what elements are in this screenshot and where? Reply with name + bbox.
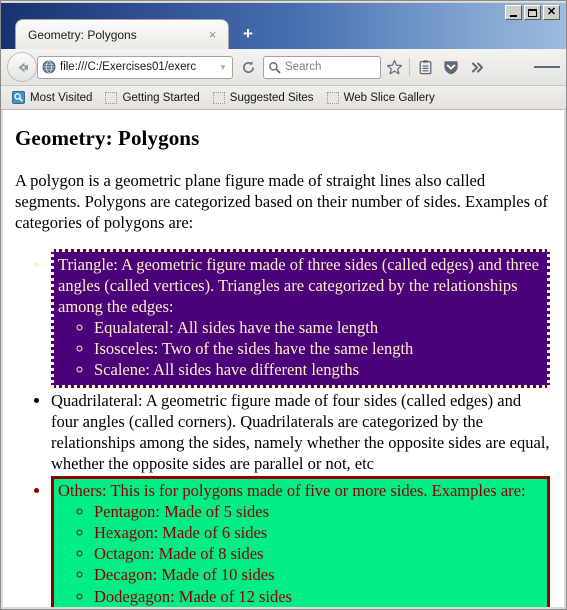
address-bar[interactable]: file:///C:/Exercises01/exerc ▼ (37, 55, 233, 79)
triangle-description: Triangle: A geometric figure made of thr… (58, 254, 539, 317)
tab-strip: Geometry: Polygons × + (1, 19, 566, 49)
hamburger-line-2 (542, 66, 552, 68)
placeholder-icon (105, 91, 118, 104)
url-text: file:///C:/Exercises01/exerc (60, 61, 197, 73)
others-description: Others: This is for polygons made of fiv… (58, 481, 526, 501)
tab-close-icon[interactable]: × (205, 27, 220, 42)
list-item: Hexagon: Made of 6 sides (94, 522, 543, 543)
search-bar[interactable]: Search (263, 55, 381, 79)
maximize-icon (528, 8, 537, 17)
bookmark-star-button[interactable] (381, 54, 407, 80)
triangle-subtype-list: Equalateral: All sides have the same len… (58, 317, 543, 380)
bookmark-label: Suggested Sites (229, 91, 314, 104)
close-icon: ✕ (546, 6, 557, 18)
quadrilateral-description: Quadrilateral: A geometric figure made o… (51, 390, 550, 473)
others-subtype-list: Pentagon: Made of 5 sides Hexagon: Made … (58, 501, 543, 607)
minimize-icon (510, 14, 517, 17)
search-input-placeholder: Search (285, 61, 322, 73)
globe-icon (42, 60, 56, 74)
title-bar-top-edge (1, 1, 566, 3)
list-item: Decagon: Made of 10 sides (94, 564, 543, 585)
tab-title: Geometry: Polygons (28, 27, 137, 42)
list-item: Pentagon: Made of 5 sides (94, 501, 543, 522)
browser-window: ✕ Geometry: Polygons × + file:///C:/Exer… (0, 0, 567, 610)
list-item-triangle: Triangle: A geometric figure made of thr… (51, 248, 550, 388)
hamburger-line-1 (534, 66, 543, 68)
list-item-others: Others: This is for polygons made of fiv… (51, 476, 550, 607)
bookmark-label: Getting Started (122, 91, 200, 104)
page-title: Geometry: Polygons (15, 126, 200, 150)
list-item: Isosceles: Two of the sides have the sam… (94, 338, 543, 359)
reload-icon (242, 60, 254, 73)
url-dropdown-icon[interactable]: ▼ (216, 63, 230, 72)
list-item: Dodegagon: Made of 12 sides (94, 586, 543, 607)
list-item: Equalateral: All sides have the same len… (94, 317, 543, 338)
chevron-double-right-icon (471, 62, 483, 72)
bookmark-label: Web Slice Gallery (343, 91, 435, 104)
polygon-category-list: Triangle: A geometric figure made of thr… (15, 248, 550, 607)
list-item: Scalene: All sides have different length… (94, 359, 543, 380)
placeholder-icon (326, 91, 339, 104)
search-icon (269, 61, 281, 74)
pocket-save-button[interactable] (438, 54, 464, 80)
tab-geometry-polygons[interactable]: Geometry: Polygons × (15, 19, 229, 49)
back-arrow-icon (18, 62, 28, 72)
minimize-button[interactable] (505, 5, 522, 20)
bookmark-web-slice-gallery[interactable]: Web Slice Gallery (322, 91, 440, 105)
bookmarks-toolbar: Most Visited Getting Started Suggested S… (1, 86, 566, 110)
document-body: Geometry: Polygons A polygon is a geomet… (3, 110, 564, 607)
most-visited-icon (12, 91, 25, 104)
back-button[interactable] (7, 52, 37, 82)
others-highlight-box: Others: This is for polygons made of fiv… (51, 476, 550, 607)
close-button[interactable]: ✕ (543, 5, 560, 20)
bookmark-label: Most Visited (30, 91, 93, 104)
list-item-quadrilateral: Quadrilateral: A geometric figure made o… (51, 390, 550, 474)
placeholder-icon (212, 91, 225, 104)
clipboard-icon (419, 59, 431, 74)
star-icon (386, 59, 402, 74)
navigation-toolbar: file:///C:/Exercises01/exerc ▼ Search (1, 49, 566, 86)
maximize-button[interactable] (524, 5, 541, 20)
toolbar-divider (409, 58, 410, 76)
hamburger-line-3 (551, 66, 561, 68)
menu-button[interactable] (534, 54, 561, 80)
triangle-highlight-box: Triangle: A geometric figure made of thr… (51, 248, 550, 388)
title-bar: ✕ Geometry: Polygons × + (1, 1, 566, 49)
bookmark-getting-started[interactable]: Getting Started (100, 91, 204, 105)
list-item: Octagon: Made of 8 sides (94, 543, 543, 564)
new-tab-button[interactable]: + (237, 22, 259, 44)
reading-list-button[interactable] (412, 54, 438, 80)
page-viewport: Geometry: Polygons A polygon is a geomet… (1, 110, 566, 609)
reload-button[interactable] (235, 54, 261, 80)
window-controls: ✕ (505, 5, 560, 20)
shield-chevron-icon (444, 61, 458, 75)
bookmark-most-visited[interactable]: Most Visited (7, 90, 97, 105)
intro-paragraph: A polygon is a geometric plane figure ma… (15, 170, 548, 232)
bookmark-suggested-sites[interactable]: Suggested Sites (208, 91, 319, 105)
toolbar-overflow-button[interactable] (464, 54, 490, 80)
